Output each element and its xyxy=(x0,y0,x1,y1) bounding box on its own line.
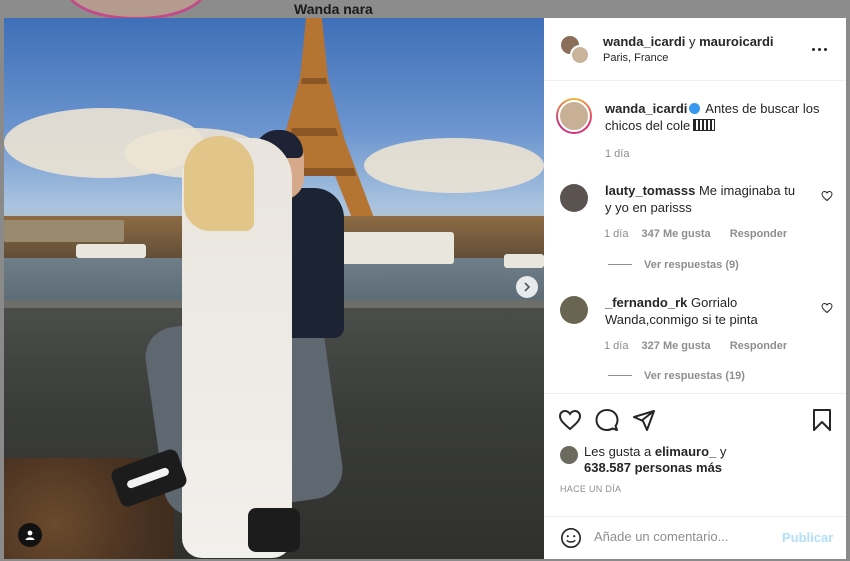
comment-likes[interactable]: 347 Me gusta xyxy=(642,228,711,240)
tagged-users-button[interactable] xyxy=(18,523,42,547)
like-comment-heart-icon[interactable] xyxy=(821,302,833,314)
liker-avatar[interactable] xyxy=(560,446,578,464)
comment-meta: 1 día 347 Me gusta Responder xyxy=(604,228,844,240)
likes-prefix: Les gusta a xyxy=(584,444,652,459)
flag-icon xyxy=(693,119,716,131)
like-heart-icon[interactable] xyxy=(558,408,582,432)
post-photo xyxy=(4,18,544,559)
caption-time: 1 día xyxy=(605,148,630,160)
likes-count-link[interactable]: 638.587 personas más xyxy=(584,460,722,475)
likes-summary: Les gusta a elimauro_ y 638.587 personas… xyxy=(584,444,814,476)
post-panel: wanda_icardi y mauroicardi Paris, France… xyxy=(544,18,846,559)
view-replies-button[interactable]: Ver respuestas (19) xyxy=(608,370,745,382)
comment-input[interactable] xyxy=(594,529,774,544)
location-link[interactable]: Paris, France xyxy=(603,52,668,64)
photo-shoe xyxy=(248,508,300,552)
caption-avatar[interactable] xyxy=(556,98,592,134)
comment-likes[interactable]: 327 Me gusta xyxy=(642,340,711,352)
reply-button[interactable]: Responder xyxy=(730,228,787,240)
photo-cloud xyxy=(364,138,544,193)
comment-username[interactable]: _fernando_rk xyxy=(605,295,687,310)
comment-bubble-icon[interactable] xyxy=(595,408,619,432)
liker-username[interactable]: elimauro_ xyxy=(655,444,716,459)
header-avatars[interactable] xyxy=(560,35,590,65)
photo-bridge xyxy=(4,220,124,242)
header-user2-link[interactable]: mauroicardi xyxy=(699,34,773,49)
view-replies-button[interactable]: Ver respuestas (9) xyxy=(608,259,739,271)
likes-joiner: y xyxy=(719,444,727,459)
photo-boat xyxy=(504,254,544,268)
profile-name: Wanda nara xyxy=(294,1,373,17)
comment-body: lauty_tomasss Me imaginaba tu y yo en pa… xyxy=(605,182,805,216)
caption: wanda_icardi Antes de buscar los chicos … xyxy=(605,100,835,134)
like-comment-heart-icon[interactable] xyxy=(821,190,833,202)
comment-body: _fernando_rk Gorrialo Wanda,conmigo si t… xyxy=(605,294,805,328)
add-comment-bar: Publicar xyxy=(544,516,846,559)
avatar xyxy=(570,45,590,65)
publish-button[interactable]: Publicar xyxy=(782,530,833,545)
verified-badge-icon xyxy=(689,103,701,114)
comment-time: 1 día xyxy=(604,340,629,352)
comment-meta: 1 día 327 Me gusta Responder xyxy=(604,340,844,352)
share-send-icon[interactable] xyxy=(632,408,656,432)
photo-boat xyxy=(334,232,454,264)
user-icon xyxy=(25,530,35,540)
reply-button[interactable]: Responder xyxy=(730,340,787,352)
avatar[interactable] xyxy=(560,184,588,212)
more-options-icon[interactable] xyxy=(812,42,832,56)
photo-person-hair xyxy=(184,136,254,231)
photo-boat xyxy=(76,244,146,258)
caption-username[interactable]: wanda_icardi xyxy=(605,101,687,116)
post-date[interactable]: HACE UN DÍA xyxy=(560,484,621,494)
post-header: wanda_icardi y mauroicardi Paris, France xyxy=(544,18,846,81)
header-usernames: wanda_icardi y mauroicardi xyxy=(603,34,774,49)
header-user1-link[interactable]: wanda_icardi xyxy=(603,34,685,49)
avatar[interactable] xyxy=(560,296,588,324)
comment-username[interactable]: lauty_tomasss xyxy=(605,183,695,198)
save-bookmark-icon[interactable] xyxy=(810,408,834,432)
next-photo-button[interactable] xyxy=(516,276,538,298)
emoji-smiley-icon[interactable] xyxy=(560,527,582,549)
chevron-right-icon xyxy=(524,282,531,292)
header-joiner: y xyxy=(689,34,696,49)
comment-time: 1 día xyxy=(604,228,629,240)
